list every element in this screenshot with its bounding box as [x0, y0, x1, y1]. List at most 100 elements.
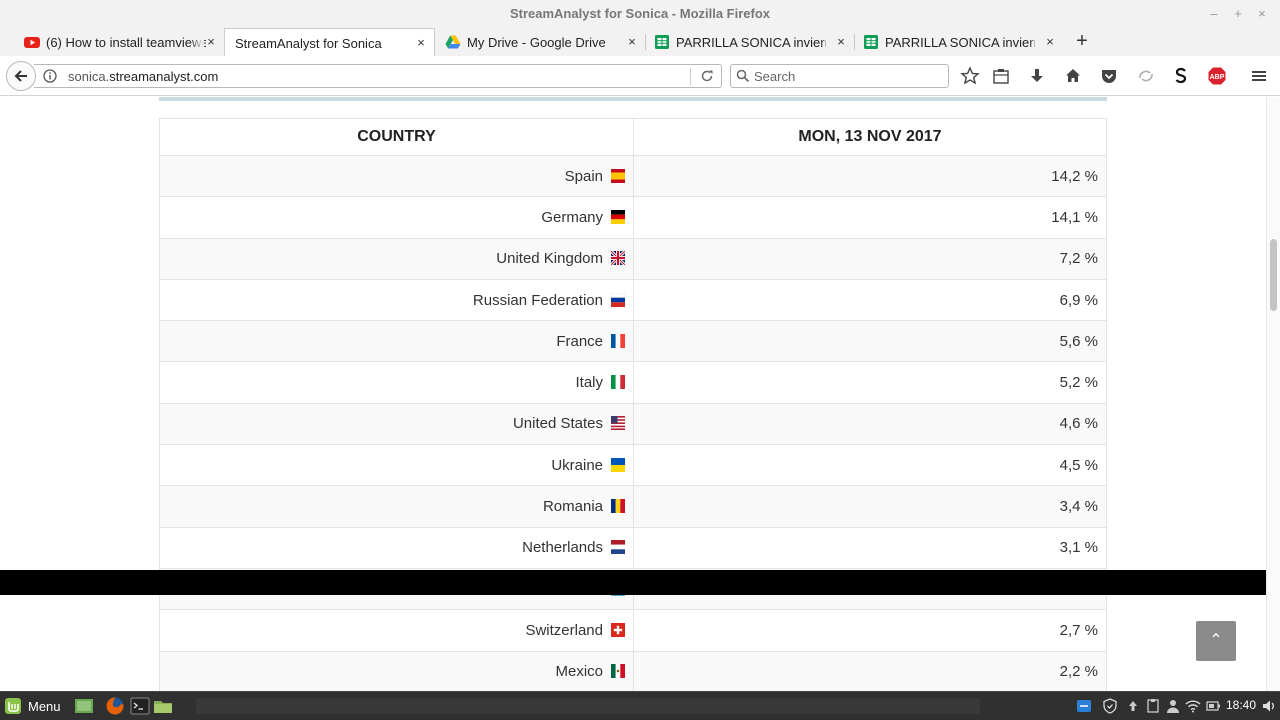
country-cell: Mexico [159, 650, 634, 691]
table-row: Russian Federation 6,9 % [159, 278, 1107, 322]
france-flag-icon [611, 333, 625, 348]
table-row: Ukraine 4,5 % [159, 444, 1107, 487]
close-tab-icon[interactable]: × [625, 34, 639, 50]
country-cell: Romania [159, 485, 634, 528]
redaction-bar [0, 570, 1280, 595]
column-header-date[interactable]: MON, 13 NOV 2017 [633, 118, 1107, 156]
germany-flag-icon [611, 209, 625, 224]
bookmark-star-icon[interactable] [960, 66, 980, 86]
value-cell: 7,2 % [633, 237, 1107, 280]
table-row: Spain 14,2 % [159, 154, 1107, 198]
value-cell: 4,6 % [633, 402, 1107, 446]
country-name: United Kingdom [496, 250, 603, 268]
svg-text:ABP: ABP [1210, 74, 1225, 81]
tab-streamanalyst[interactable]: StreamAnalyst for Sonica × [224, 28, 435, 57]
country-share-table: COUNTRY MON, 13 NOV 2017 Spain 14,2 % Ge… [159, 118, 1107, 691]
back-arrow-icon [14, 70, 27, 82]
table-row: Mexico 2,2 % [159, 650, 1107, 691]
tab-youtube[interactable]: (6) How to install teamviewe × [18, 28, 224, 56]
adblock-plus-icon[interactable]: ABP [1207, 66, 1227, 86]
country-cell: United Kingdom [159, 237, 634, 280]
tab-label: StreamAnalyst for Sonica [235, 35, 382, 51]
reload-icon[interactable] [700, 69, 714, 83]
spain-flag-icon [611, 168, 625, 183]
value-cell: 14,2 % [633, 154, 1107, 198]
value-cell: 5,6 % [633, 320, 1107, 363]
value-cell: 4,5 % [633, 444, 1107, 487]
country-cell: Switzerland [159, 609, 634, 652]
value-cell: 6,9 % [633, 278, 1107, 322]
page-content: COUNTRY MON, 13 NOV 2017 Spain 14,2 % Ge… [0, 97, 1266, 691]
close-window-button[interactable]: × [1252, 0, 1272, 28]
home-icon[interactable] [1063, 66, 1083, 86]
search-input[interactable]: Search [730, 64, 949, 88]
hamburger-menu-icon[interactable] [1249, 66, 1269, 86]
new-tab-button[interactable]: + [1072, 30, 1092, 53]
country-name: Mexico [555, 663, 603, 681]
ukraine-flag-icon [611, 457, 625, 472]
table-row: France 5,6 % [159, 320, 1107, 363]
close-tab-icon[interactable]: × [834, 34, 848, 50]
uk-flag-icon [611, 251, 625, 266]
tab-label: (6) How to install teamviewe [46, 34, 206, 50]
country-cell: Spain [159, 154, 634, 198]
tab-google-drive[interactable]: My Drive - Google Drive × [437, 28, 645, 56]
country-name: Romania [542, 498, 603, 516]
clipboard-icon[interactable] [1145, 698, 1161, 714]
google-sheets-icon [655, 35, 669, 49]
mexico-flag-icon [611, 664, 625, 679]
sync-icon[interactable] [1136, 66, 1156, 86]
update-manager-icon[interactable] [1076, 698, 1092, 714]
usa-flag-icon [611, 416, 625, 431]
upload-arrow-icon[interactable] [1125, 698, 1141, 714]
clock[interactable]: 18:40 [1226, 698, 1256, 712]
firefox-icon[interactable] [105, 696, 125, 716]
extension-s-icon[interactable] [1171, 66, 1191, 86]
bookmarks-menu-icon[interactable] [991, 66, 1011, 86]
volume-icon[interactable] [1261, 698, 1277, 714]
wifi-icon[interactable] [1185, 698, 1201, 714]
window-titlebar: StreamAnalyst for Sonica - Mozilla Firef… [0, 0, 1280, 28]
close-tab-icon[interactable]: × [1043, 34, 1057, 50]
start-menu-button[interactable]: Menu [4, 694, 61, 718]
google-sheets-icon [864, 35, 878, 49]
table-row: Netherlands 3,1 % [159, 526, 1107, 569]
vertical-scrollbar[interactable] [1266, 97, 1280, 691]
google-drive-icon [445, 35, 461, 49]
table-row: Italy 5,2 % [159, 361, 1107, 404]
files-icon[interactable] [153, 696, 173, 716]
table-header-row: COUNTRY MON, 13 NOV 2017 [159, 118, 1107, 156]
downloads-icon[interactable] [1027, 66, 1047, 86]
url-bar[interactable]: sonica.streamanalyst.com [34, 64, 722, 88]
terminal-icon[interactable] [130, 696, 150, 716]
column-header-country[interactable]: COUNTRY [159, 118, 634, 156]
info-icon[interactable] [43, 69, 57, 83]
show-desktop-icon[interactable] [74, 696, 94, 716]
pocket-icon[interactable] [1099, 66, 1119, 86]
maximize-button[interactable]: + [1228, 0, 1248, 28]
scroll-thumb[interactable] [1270, 239, 1277, 311]
menu-label: Menu [28, 698, 61, 714]
netherlands-flag-icon [611, 540, 625, 555]
value-cell: 14,1 % [633, 196, 1107, 239]
value-cell: 2,2 % [633, 650, 1107, 691]
back-button[interactable] [6, 61, 36, 91]
battery-icon[interactable] [1205, 698, 1221, 714]
country-name: Netherlands [522, 539, 603, 557]
tab-sheets-2[interactable]: PARRILLA SONICA invierno × [855, 28, 1063, 56]
taskbar: Menu 18:40 [0, 691, 1280, 720]
country-cell: Germany [159, 196, 634, 239]
close-tab-icon[interactable]: × [204, 34, 218, 50]
close-tab-icon[interactable]: × [414, 35, 428, 51]
back-to-top-button[interactable]: ⌃ [1196, 621, 1236, 661]
minimize-button[interactable]: – [1204, 0, 1224, 28]
table-row: Romania 3,4 % [159, 485, 1107, 528]
country-name: Switzerland [525, 621, 603, 639]
country-cell: United States [159, 402, 634, 446]
shield-icon[interactable] [1102, 698, 1118, 714]
tab-sheets-1[interactable]: PARRILLA SONICA invierno × [646, 28, 854, 56]
table-row: Germany 14,1 % [159, 196, 1107, 239]
user-icon[interactable] [1165, 698, 1181, 714]
task-list [196, 698, 980, 714]
country-cell: Italy [159, 361, 634, 404]
